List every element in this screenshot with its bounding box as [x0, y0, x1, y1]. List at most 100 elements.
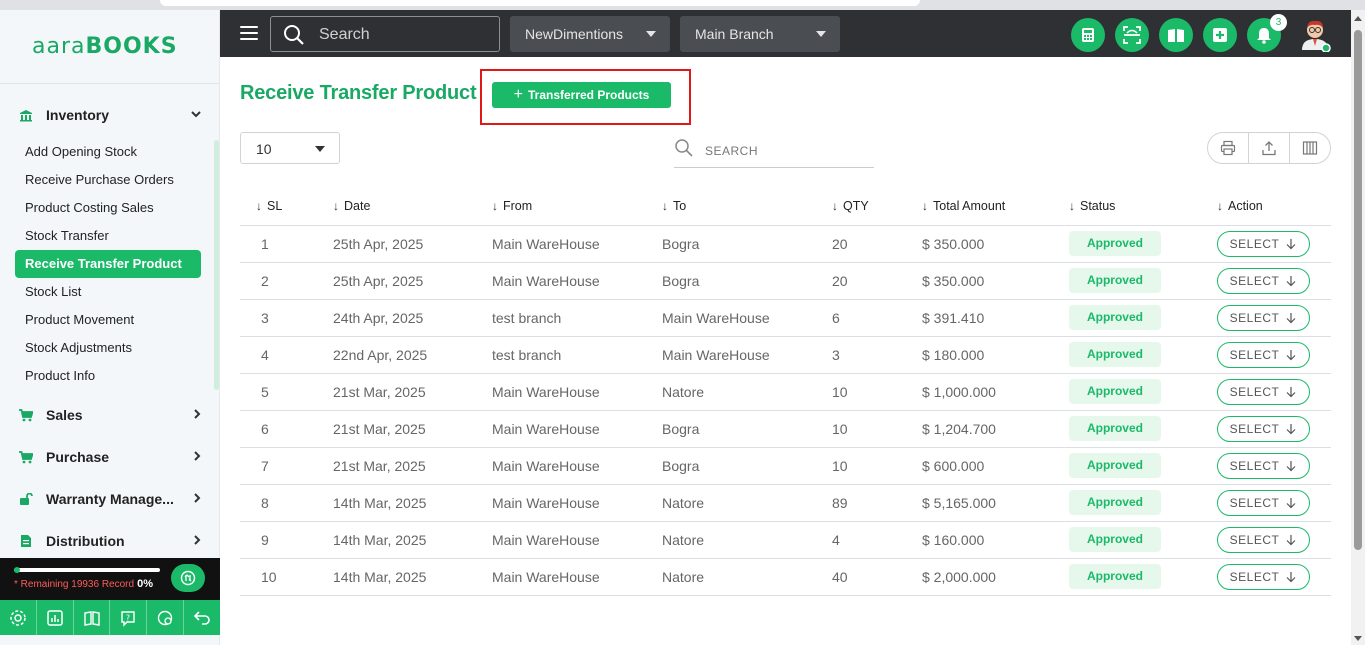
global-search-input[interactable] [319, 24, 489, 46]
cell-sl: 1 [240, 225, 333, 263]
cell-status: Approved [1069, 299, 1217, 337]
record-usage-panel: * Remaining 19936 Record 0% [0, 558, 220, 600]
status-badge: Approved [1069, 379, 1161, 404]
reports-button[interactable] [37, 600, 74, 635]
cell-total-amount: $ 160.000 [922, 521, 1069, 559]
sidebar-item-stock-adjustments[interactable]: Stock Adjustments [15, 334, 201, 362]
page-size-select[interactable]: 10 [240, 132, 340, 164]
select-action-button[interactable]: SELECT [1217, 489, 1310, 516]
submenu-scroll-indicator[interactable] [214, 140, 219, 390]
rocket-icon [180, 570, 196, 586]
cell-to: Natore [662, 558, 832, 596]
column-header-to[interactable]: ↓ To [662, 187, 832, 226]
sidebar-item-add-opening-stock[interactable]: Add Opening Stock [15, 138, 201, 166]
transferred-products-button[interactable]: + Transferred Products [492, 82, 671, 108]
svg-text:?: ? [126, 613, 130, 622]
print-button[interactable] [1208, 133, 1249, 163]
cell-to: Main WareHouse [662, 336, 832, 374]
sidebar-item-product-costing-sales[interactable]: Product Costing Sales [15, 194, 201, 222]
sidebar-group-warranty[interactable]: Warranty Manage... [0, 478, 219, 520]
select-action-button[interactable]: SELECT [1217, 341, 1310, 368]
calculator-button[interactable] [1071, 18, 1105, 52]
columns-icon [1302, 141, 1318, 155]
column-header-action[interactable]: ↓ Action [1217, 187, 1331, 226]
cell-action: SELECT [1217, 262, 1331, 300]
table-tools [1207, 132, 1331, 164]
upgrade-button[interactable] [171, 564, 205, 592]
cell-to: Bogra [662, 262, 832, 300]
cell-total-amount: $ 1,000.000 [922, 373, 1069, 411]
chat-button[interactable] [147, 600, 185, 635]
column-header-qty[interactable]: ↓ QTY [832, 187, 922, 226]
status-badge: Approved [1069, 527, 1161, 552]
settings-button[interactable] [0, 600, 37, 635]
export-button[interactable] [1249, 133, 1290, 163]
cell-from: Main WareHouse [492, 521, 662, 559]
sort-arrow-icon: ↓ [832, 198, 838, 213]
quick-add-button[interactable] [1203, 18, 1237, 52]
book-icon [1168, 28, 1184, 42]
caret-down-icon [816, 31, 826, 37]
status-badge: Approved [1069, 564, 1161, 589]
status-badge: Approved [1069, 490, 1161, 515]
column-header-sl[interactable]: ↓ SL [240, 187, 333, 226]
cell-from: Main WareHouse [492, 484, 662, 522]
column-header-date[interactable]: ↓ Date [333, 187, 492, 226]
scan-button[interactable] [1115, 18, 1149, 52]
column-header-status[interactable]: ↓ Status [1069, 187, 1217, 226]
cell-from: test branch [492, 336, 662, 374]
catalog-button[interactable] [1159, 18, 1193, 52]
guide-button[interactable] [74, 600, 111, 635]
table-body: 1 25th Apr, 2025 Main WareHouse Bogra 20 $ 35… [240, 225, 1331, 596]
select-action-button[interactable]: SELECT [1217, 230, 1310, 257]
sidebar-group-inventory[interactable]: Inventory [0, 94, 219, 136]
caret-down-icon [315, 146, 325, 152]
help-button[interactable]: ? [110, 600, 148, 635]
cell-action: SELECT [1217, 410, 1331, 448]
column-header-total-amount[interactable]: ↓ Total Amount [922, 187, 1069, 226]
cell-qty: 10 [832, 373, 922, 411]
branch-select[interactable]: Main Branch [680, 16, 840, 52]
cell-sl: 8 [240, 484, 333, 522]
select-action-button[interactable]: SELECT [1217, 304, 1310, 331]
cell-sl: 9 [240, 521, 333, 559]
cell-action: SELECT [1217, 336, 1331, 374]
cell-total-amount: $ 350.000 [922, 262, 1069, 300]
notifications-button[interactable]: 3 [1247, 14, 1287, 52]
scrollbar-thumb[interactable] [1354, 30, 1362, 550]
sidebar-item-stock-transfer[interactable]: Stock Transfer [15, 222, 201, 250]
select-action-button[interactable]: SELECT [1217, 452, 1310, 479]
cell-sl: 6 [240, 410, 333, 448]
select-action-button[interactable]: SELECT [1217, 378, 1310, 405]
undo-icon [193, 610, 210, 625]
sidebar-group-distribution[interactable]: Distribution [0, 520, 219, 562]
column-header-from[interactable]: ↓ From [492, 187, 662, 226]
select-action-button[interactable]: SELECT [1217, 563, 1310, 590]
sidebar-group-purchase[interactable]: Purchase [0, 436, 219, 478]
help-icon: ? [121, 610, 136, 627]
cell-qty: 40 [832, 558, 922, 596]
table-row: 8 14th Mar, 2025 Main WareHouse Natore 89 $ 5… [240, 484, 1331, 522]
sidebar-item-receive-transfer-product[interactable]: Receive Transfer Product [15, 250, 201, 278]
select-action-button[interactable]: SELECT [1217, 526, 1310, 553]
sidebar-item-stock-list[interactable]: Stock List [15, 278, 201, 306]
page-scrollbar[interactable] [1351, 10, 1365, 645]
sidebar-item-receive-purchase-orders[interactable]: Receive Purchase Orders [15, 166, 201, 194]
select-action-button[interactable]: SELECT [1217, 415, 1310, 442]
back-button[interactable] [184, 600, 220, 635]
company-select[interactable]: NewDimentions [510, 16, 670, 52]
table-search-input[interactable] [705, 142, 865, 160]
user-avatar[interactable] [1298, 16, 1332, 53]
select-action-button[interactable]: SELECT [1217, 267, 1310, 294]
cell-total-amount: $ 600.000 [922, 447, 1069, 485]
cell-from: Main WareHouse [492, 225, 662, 263]
app-logo[interactable]: aara BOOKS [0, 10, 219, 83]
sidebar-group-sales[interactable]: Sales [0, 394, 219, 436]
menu-toggle-icon[interactable] [240, 26, 258, 40]
arrow-down-icon [1285, 238, 1297, 250]
sidebar-item-product-movement[interactable]: Product Movement [15, 306, 201, 334]
cell-from: Main WareHouse [492, 262, 662, 300]
columns-button[interactable] [1290, 133, 1330, 163]
cell-qty: 4 [832, 521, 922, 559]
sidebar-item-product-info[interactable]: Product Info [15, 362, 201, 390]
